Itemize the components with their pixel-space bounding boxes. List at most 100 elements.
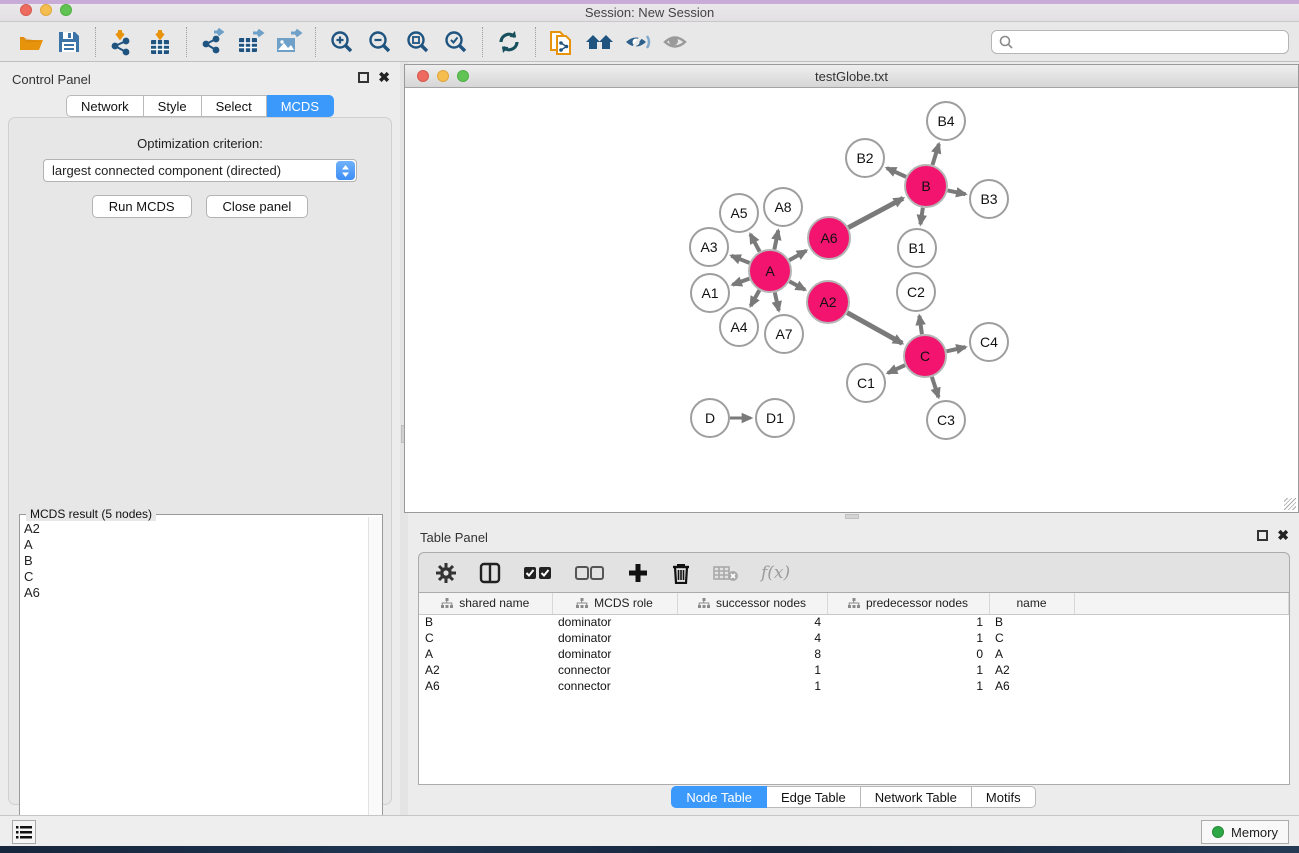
toggle-column-view-icon[interactable] <box>479 562 501 584</box>
result-item[interactable]: A <box>24 537 369 553</box>
cell-MCDS-role[interactable]: dominator <box>552 646 677 662</box>
select-all-attributes-icon[interactable] <box>523 566 553 580</box>
cell-shared-name[interactable]: A6 <box>419 678 552 694</box>
mcds-result-list[interactable]: A2ABCA6 <box>20 517 369 853</box>
run-mcds-button[interactable]: Run MCDS <box>92 195 192 218</box>
float-table-panel-icon[interactable] <box>1257 530 1268 541</box>
node-A5[interactable]: A5 <box>720 194 758 232</box>
import-table-icon[interactable] <box>143 27 177 57</box>
export-table-icon[interactable] <box>234 27 268 57</box>
delete-column-icon[interactable] <box>671 562 691 584</box>
zoom-fit-icon[interactable] <box>401 27 435 57</box>
column-header-name[interactable]: name <box>989 593 1074 614</box>
column-header-predecessor-nodes[interactable]: predecessor nodes <box>827 593 989 614</box>
tab-network-table[interactable]: Network Table <box>861 786 972 808</box>
add-column-icon[interactable] <box>627 562 649 584</box>
edge-A6-B[interactable] <box>848 198 903 227</box>
cell-shared-name[interactable]: B <box>419 614 552 630</box>
node-A4[interactable]: A4 <box>720 308 758 346</box>
node-A2[interactable]: A2 <box>807 281 849 323</box>
cell-MCDS-role[interactable]: dominator <box>552 630 677 646</box>
networks-home-icon[interactable] <box>583 27 617 57</box>
cell-predecessor-nodes[interactable]: 1 <box>827 614 989 630</box>
close-panel-button[interactable]: Close panel <box>206 195 309 218</box>
duplicate-network-icon[interactable] <box>545 27 579 57</box>
edge-A-A7[interactable] <box>775 292 779 310</box>
cell-MCDS-role[interactable]: dominator <box>552 614 677 630</box>
cell-successor-nodes[interactable]: 4 <box>677 630 827 646</box>
window-resize-grip[interactable] <box>1284 498 1296 510</box>
edge-A2-C[interactable] <box>847 313 902 344</box>
node-D1[interactable]: D1 <box>756 399 794 437</box>
hide-selected-eye-icon[interactable] <box>621 27 655 57</box>
table-row[interactable]: Adominator80A <box>419 646 1289 662</box>
cell-name[interactable]: C <box>989 630 1074 646</box>
cell-predecessor-nodes[interactable]: 0 <box>827 646 989 662</box>
edge-A-A2[interactable] <box>789 281 805 289</box>
node-attribute-table[interactable]: shared nameMCDS rolesuccessor nodesprede… <box>418 592 1290 785</box>
export-network-icon[interactable] <box>196 27 230 57</box>
zoom-selected-icon[interactable] <box>439 27 473 57</box>
node-A7[interactable]: A7 <box>765 315 803 353</box>
node-A3[interactable]: A3 <box>690 228 728 266</box>
settings-gear-icon[interactable] <box>435 562 457 584</box>
tab-motifs[interactable]: Motifs <box>972 786 1036 808</box>
cell-predecessor-nodes[interactable]: 1 <box>827 662 989 678</box>
node-C2[interactable]: C2 <box>897 273 935 311</box>
close-table-panel-icon[interactable]: ✖ <box>1277 530 1289 541</box>
cell-shared-name[interactable]: A <box>419 646 552 662</box>
cell-MCDS-role[interactable]: connector <box>552 678 677 694</box>
memory-button[interactable]: Memory <box>1201 820 1289 844</box>
edge-B-B4[interactable] <box>932 144 938 165</box>
tab-network[interactable]: Network <box>66 95 144 117</box>
node-D[interactable]: D <box>691 399 729 437</box>
search-input[interactable] <box>1014 33 1288 51</box>
close-panel-icon[interactable]: ✖ <box>378 72 390 83</box>
edge-C-C2[interactable] <box>919 316 922 334</box>
show-hidden-eye-icon[interactable] <box>659 27 693 57</box>
column-header-successor-nodes[interactable]: successor nodes <box>677 593 827 614</box>
result-item[interactable]: B <box>24 553 369 569</box>
edge-A-A5[interactable] <box>750 234 759 251</box>
edge-C-C1[interactable] <box>888 365 905 373</box>
network-canvas[interactable]: B4B2BB3A5A8A6A3B1AA1C2A2A4A7C4CC1C3DD1 <box>405 88 1298 512</box>
cell-shared-name[interactable]: C <box>419 630 552 646</box>
tab-edge-table[interactable]: Edge Table <box>767 786 861 808</box>
edge-A-A1[interactable] <box>733 279 750 285</box>
tab-node-table[interactable]: Node Table <box>671 786 767 808</box>
node-C[interactable]: C <box>904 335 946 377</box>
edge-B-B1[interactable] <box>920 208 922 224</box>
cell-predecessor-nodes[interactable]: 1 <box>827 678 989 694</box>
node-B[interactable]: B <box>905 165 947 207</box>
node-B1[interactable]: B1 <box>898 229 936 267</box>
node-B3[interactable]: B3 <box>970 180 1008 218</box>
column-header-shared-name[interactable]: shared name <box>419 593 552 614</box>
open-session-icon[interactable] <box>14 27 48 57</box>
cell-successor-nodes[interactable]: 8 <box>677 646 827 662</box>
edge-A-A6[interactable] <box>789 251 806 261</box>
tab-select[interactable]: Select <box>202 95 267 117</box>
edge-A-A4[interactable] <box>751 290 760 306</box>
node-B4[interactable]: B4 <box>927 102 965 140</box>
import-network-icon[interactable] <box>105 27 139 57</box>
unselect-all-attributes-icon[interactable] <box>575 566 605 580</box>
node-B2[interactable]: B2 <box>846 139 884 177</box>
cell-name[interactable]: B <box>989 614 1074 630</box>
node-C1[interactable]: C1 <box>847 364 885 402</box>
table-row[interactable]: A2connector11A2 <box>419 662 1289 678</box>
result-item[interactable]: C <box>24 569 369 585</box>
zoom-in-icon[interactable] <box>325 27 359 57</box>
node-A1[interactable]: A1 <box>691 274 729 312</box>
export-image-icon[interactable] <box>272 27 306 57</box>
network-graph[interactable]: B4B2BB3A5A8A6A3B1AA1C2A2A4A7C4CC1C3DD1 <box>405 88 1298 512</box>
float-panel-icon[interactable] <box>358 72 369 83</box>
cell-successor-nodes[interactable]: 1 <box>677 678 827 694</box>
node-C4[interactable]: C4 <box>970 323 1008 361</box>
tab-mcds[interactable]: MCDS <box>267 95 334 117</box>
edge-A-A3[interactable] <box>731 256 749 263</box>
node-C3[interactable]: C3 <box>927 401 965 439</box>
column-header-MCDS-role[interactable]: MCDS role <box>552 593 677 614</box>
save-session-icon[interactable] <box>52 27 86 57</box>
edge-C-C4[interactable] <box>946 347 965 351</box>
cell-name[interactable]: A6 <box>989 678 1074 694</box>
